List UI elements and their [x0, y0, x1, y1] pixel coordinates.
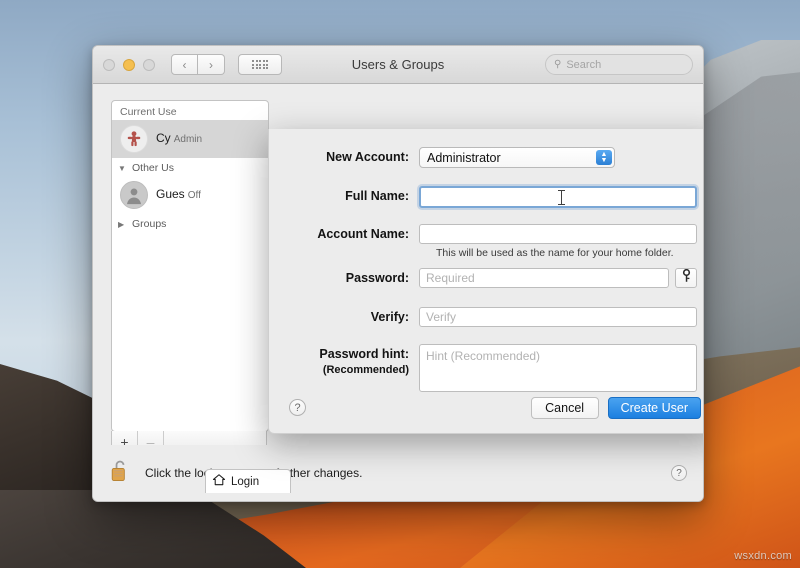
sidebar-current-user-role: Admin — [173, 134, 203, 145]
chevron-right-icon: ▶ — [118, 219, 125, 229]
nav-buttons: ‹ › — [171, 54, 225, 75]
chevron-updown-icon[interactable]: ▲ ▼ — [596, 150, 612, 165]
sidebar-group-other-users[interactable]: ▼ Other Us — [112, 158, 268, 176]
zoom-icon[interactable] — [143, 58, 155, 71]
account-name-helper-text: This will be used as the name for your h… — [436, 247, 674, 259]
password-hint-placeholder: Hint (Recommended) — [426, 349, 541, 363]
cancel-button[interactable]: Cancel — [530, 397, 599, 419]
watermark-text: wsxdn.com — [734, 550, 792, 562]
sidebar-group-other-users-label: Other Us — [132, 162, 175, 174]
full-name-input[interactable] — [419, 186, 697, 208]
forward-button[interactable]: › — [198, 54, 225, 75]
sidebar-header-current-user: Current Use — [120, 106, 177, 118]
sheet-action-buttons: Cancel Create User — [530, 397, 701, 419]
lock-bar: Click the lock to prevent further change… — [93, 445, 703, 501]
sidebar-current-user-text: Cy Admin — [156, 131, 203, 146]
password-hint-label-main: Password hint: — [319, 347, 409, 361]
new-account-label: New Account: — [326, 150, 409, 164]
sidebar-group-groups[interactable]: ▶ Groups — [112, 214, 268, 232]
key-icon — [681, 268, 692, 288]
close-icon[interactable] — [103, 58, 115, 71]
sidebar-guest-status: Off — [187, 190, 201, 201]
full-name-label: Full Name: — [345, 189, 409, 203]
sidebar-guest-name: Gues — [156, 187, 185, 201]
chevron-down-icon: ▼ — [118, 163, 126, 173]
sidebar-item-guest[interactable]: Gues Off — [112, 176, 268, 214]
tab-login-items-label: Login — [231, 475, 260, 488]
user-avatar-icon — [120, 125, 148, 153]
guest-avatar-icon — [120, 181, 148, 209]
account-name-input[interactable] — [419, 224, 697, 244]
new-account-row: New Account: Administrator ▲ ▼ — [269, 147, 615, 168]
verify-label: Verify: — [370, 310, 409, 324]
users-and-groups-window: ‹ › Users & Groups ⚲ Search Current Use — [92, 45, 704, 502]
show-all-button[interactable] — [238, 54, 282, 75]
back-button[interactable]: ‹ — [171, 54, 198, 75]
account-name-row: Account Name: — [269, 224, 697, 244]
sheet-help-button[interactable]: ? — [289, 399, 306, 416]
text-cursor-icon — [558, 190, 565, 205]
sidebar-guest-text: Gues Off — [156, 187, 201, 202]
password-row: Password: Required — [269, 268, 697, 288]
home-icon — [212, 473, 226, 490]
window-titlebar: ‹ › Users & Groups ⚲ Search — [93, 46, 703, 84]
unlocked-padlock-icon[interactable] — [109, 458, 131, 489]
password-hint-input[interactable]: Hint (Recommended) — [419, 344, 697, 392]
password-input[interactable]: Required — [419, 268, 669, 288]
password-hint-row: Password hint: (Recommended) Hint (Recom… — [269, 344, 697, 392]
verify-input[interactable]: Verify — [419, 307, 697, 327]
grid-icon — [252, 60, 268, 69]
password-assistant-button[interactable] — [675, 268, 697, 288]
search-placeholder: Search — [566, 58, 602, 71]
users-sidebar[interactable]: Current Use Cy Admin ▼ Other Us Gues Off… — [111, 100, 269, 432]
search-icon: ⚲ — [554, 58, 562, 70]
help-button[interactable]: ? — [671, 465, 687, 481]
password-placeholder: Required — [426, 271, 475, 285]
tab-login-items[interactable]: Login — [205, 469, 291, 493]
sidebar-group-groups-label: Groups — [132, 218, 167, 230]
password-label: Password: — [345, 271, 409, 285]
password-hint-label-sub: (Recommended) — [322, 364, 409, 376]
new-account-value: Administrator — [427, 150, 501, 165]
password-hint-label: Password hint: (Recommended) — [269, 344, 419, 377]
search-input[interactable]: ⚲ Search — [545, 54, 693, 75]
full-name-row: Full Name: — [269, 186, 697, 208]
verify-placeholder: Verify — [426, 310, 457, 324]
create-user-button[interactable]: Create User — [607, 397, 701, 419]
sidebar-item-current-user[interactable]: Cy Admin — [112, 120, 268, 158]
account-name-label: Account Name: — [317, 227, 409, 241]
minimize-icon[interactable] — [123, 58, 135, 71]
verify-row: Verify: Verify — [269, 307, 697, 327]
new-account-sheet: New Account: Administrator ▲ ▼ Full Name:… — [268, 129, 703, 434]
sidebar-current-user-name: Cy — [156, 131, 171, 145]
traffic-light-buttons — [103, 58, 155, 71]
new-account-select[interactable]: Administrator ▲ ▼ — [419, 147, 615, 168]
